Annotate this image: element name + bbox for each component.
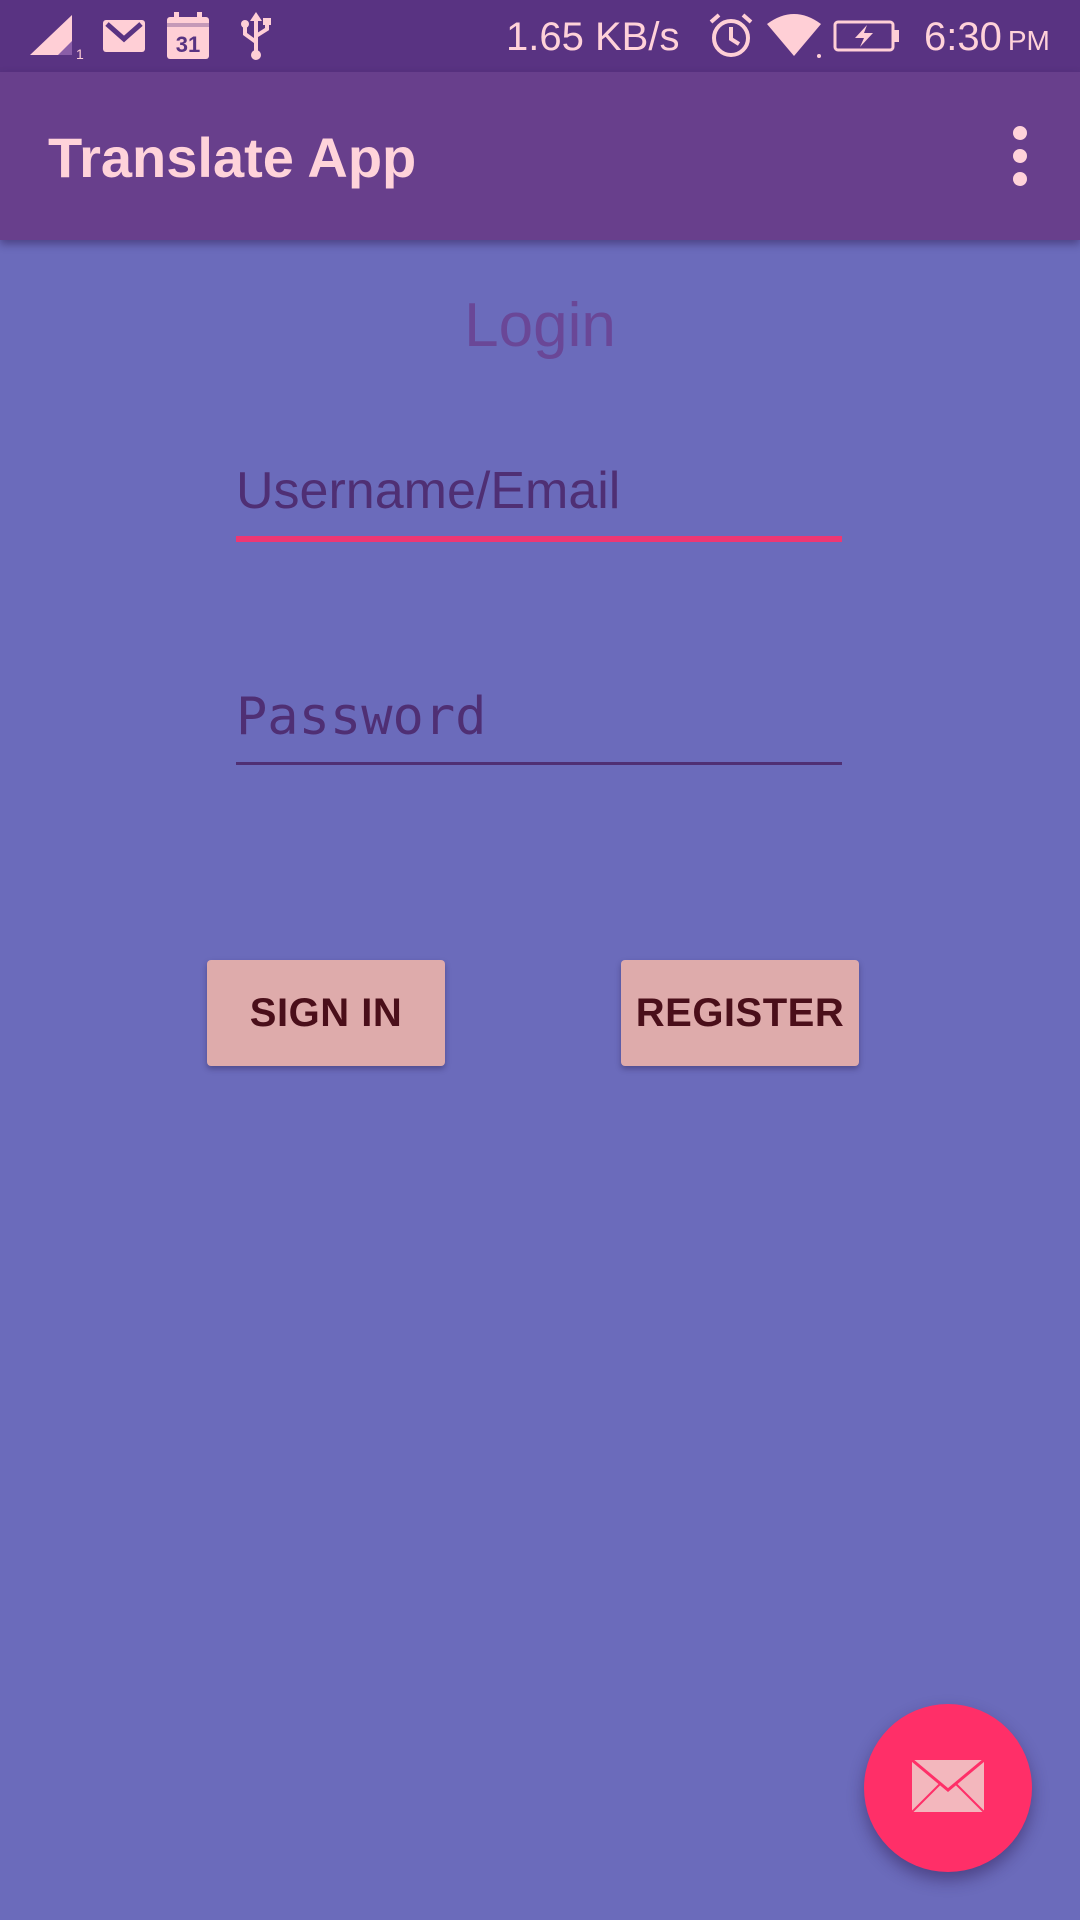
sim-slot-label: 1 — [76, 46, 84, 61]
mail-fab-button[interactable] — [864, 1704, 1032, 1872]
clock: 6:30 PM — [924, 0, 1050, 72]
app-bar: Translate App — [0, 72, 1080, 240]
usb-icon — [238, 0, 274, 72]
gmail-icon — [100, 0, 148, 72]
clock-ampm: PM — [1007, 25, 1050, 56]
wifi-icon — [764, 0, 824, 72]
password-input[interactable] — [236, 672, 842, 765]
calendar-icon: 31 — [164, 0, 212, 72]
mail-icon — [910, 1758, 986, 1819]
app-title: Translate App — [48, 126, 417, 189]
signal-icon: 1 — [28, 0, 88, 72]
login-title: Login — [464, 291, 616, 360]
calendar-day: 31 — [176, 32, 200, 57]
alarm-icon — [706, 0, 756, 72]
network-speed: 1.65 KB/s — [506, 15, 680, 59]
overflow-dot — [1013, 172, 1027, 186]
overflow-dot — [1013, 126, 1027, 140]
overflow-dot — [1013, 149, 1027, 163]
username-email-input[interactable] — [236, 446, 842, 542]
register-button[interactable]: REGISTER — [621, 960, 859, 1066]
status-bar: 1 31 1.65 KB/s 6:30 PM — [0, 0, 1080, 72]
clock-time: 6:30 — [924, 15, 1002, 59]
battery-charging-icon — [832, 0, 902, 72]
more-vert-icon[interactable] — [984, 108, 1056, 204]
sign-in-button[interactable]: SIGN IN — [207, 960, 445, 1066]
